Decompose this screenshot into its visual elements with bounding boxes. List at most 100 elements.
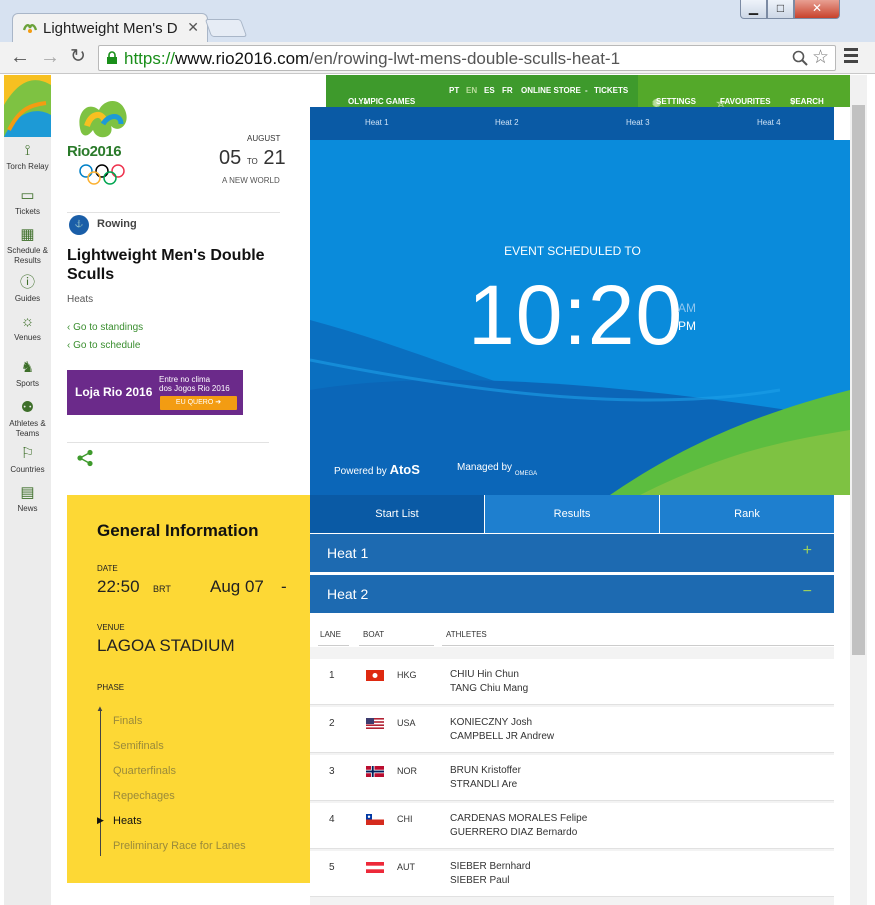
sidenav-countries[interactable]: ⚐ Countries [4, 445, 51, 475]
url-text: https://www.rio2016.com/en/rowing-lwt-me… [124, 49, 621, 68]
olympic-rings-icon [79, 164, 125, 185]
athlete-name[interactable]: STRANDLI Are [450, 779, 517, 790]
event-date-dash: - [281, 577, 287, 596]
athlete-name[interactable]: SIEBER Bernhard [450, 861, 531, 872]
table-row[interactable]: 1 HKG CHIU Hin Chun TANG Chiu Mang [310, 659, 834, 705]
heat-tab-3[interactable]: Heat 3 [626, 118, 650, 127]
page-scrollbar[interactable] [850, 75, 867, 905]
banner-cta-button[interactable]: EU QUERO ➔ [160, 396, 237, 410]
lang-es[interactable]: ES [484, 86, 495, 95]
col-boat: BOAT [363, 630, 385, 639]
minimize-button[interactable]: ▁ [740, 0, 767, 19]
phase-arrow-icon: ▲ [96, 704, 104, 713]
heat-tab-2[interactable]: Heat 2 [495, 118, 519, 127]
tab-title: Lightweight Men's D [43, 20, 178, 37]
sidenav-schedule-results[interactable]: ▦ Schedule & Results [4, 226, 51, 266]
table-row[interactable]: 3 NOR BRUN Kristoffer STRANDLI Are [310, 755, 834, 801]
table-row[interactable]: 4 CHI CARDENAS MORALES Felipe GUERRERO D… [310, 803, 834, 849]
heat-1-accordion[interactable]: Heat 1 + [310, 534, 834, 572]
online-store-link[interactable]: ONLINE STORE [521, 86, 581, 95]
heat-2-accordion[interactable]: Heat 2 − [310, 575, 834, 613]
chrome-menu-icon[interactable] [844, 48, 858, 66]
rio2016-emblem [79, 100, 127, 138]
sport-badge[interactable]: ⚓ [69, 215, 89, 235]
lang-en[interactable]: EN [466, 86, 477, 95]
games-month: AUGUST [247, 134, 281, 143]
sidenav-sports[interactable]: ♞ Sports [4, 359, 51, 389]
flag-chi-icon [366, 814, 384, 825]
table-row[interactable]: 5 AUT SIEBER Bernhard SIEBER Paul [310, 851, 834, 897]
table-row[interactable]: 2 USA KONIECZNY Josh CAMPBELL JR Andrew [310, 707, 834, 753]
sidenav-athletes-teams[interactable]: ⚉ Athletes & Teams [4, 399, 51, 439]
venue-name[interactable]: LAGOA STADIUM [97, 636, 235, 656]
header-underline [318, 645, 349, 646]
athlete-name[interactable]: TANG Chiu Mang [450, 683, 528, 694]
back-arrow-icon[interactable]: ← [10, 46, 30, 68]
flag-nor-icon [366, 766, 384, 777]
share-icon[interactable] [76, 449, 94, 467]
rio2016-logo-text: Rio2016 [67, 143, 122, 160]
tab-start-list[interactable]: Start List [310, 495, 484, 533]
heat-tab-1[interactable]: Heat 1 [365, 118, 389, 127]
athlete-name[interactable]: BRUN Kristoffer [450, 765, 521, 776]
sidenav-venues[interactable]: ☼ Venues [4, 313, 51, 343]
sidenav-tickets[interactable]: ▭ Tickets [4, 187, 51, 217]
sidenav-guides[interactable]: ⓘ Guides [4, 274, 51, 304]
phase-line [100, 711, 101, 856]
event-time: 22:50 [97, 577, 140, 596]
athlete-name[interactable]: CHIU Hin Chun [450, 669, 519, 680]
bookmark-star-icon[interactable]: ☆ [812, 46, 829, 69]
athlete-name[interactable]: GUERRERO DIAZ Bernardo [450, 827, 577, 838]
forward-arrow-icon[interactable]: → [40, 46, 60, 68]
flag-hkg-icon [366, 670, 384, 681]
zoom-icon[interactable] [792, 50, 808, 66]
atos-logo: AtoS [389, 462, 420, 477]
go-to-schedule-link[interactable]: ‹ Go to schedule [67, 340, 140, 351]
phase-semifinals[interactable]: Semifinals [113, 740, 164, 752]
header-underline [442, 645, 834, 646]
phase-heats[interactable]: Heats [113, 815, 142, 827]
rio2016-logo[interactable]: Rio2016 [67, 93, 142, 188]
tab-results[interactable]: Results [485, 495, 659, 533]
new-tab-button[interactable] [204, 19, 248, 37]
close-window-button[interactable]: ✕ [794, 0, 840, 19]
banner-line2: dos Jogos Rio 2016 [159, 384, 230, 393]
athlete-name[interactable]: SIEBER Paul [450, 875, 509, 886]
go-to-standings-link[interactable]: ‹ Go to standings [67, 322, 143, 333]
phase-quarterfinals[interactable]: Quarterfinals [113, 765, 176, 777]
lock-icon [107, 51, 117, 64]
rio-leaf-logo [4, 75, 51, 137]
loja-rio-banner[interactable]: Loja Rio 2016 Entre no clima dos Jogos R… [67, 370, 243, 415]
heat-tab-4[interactable]: Heat 4 [757, 118, 781, 127]
lang-fr[interactable]: FR [502, 86, 513, 95]
header-underline [359, 645, 434, 646]
phase-finals[interactable]: Finals [113, 715, 142, 727]
col-athletes: ATHLETES [446, 630, 487, 639]
sidenav-torch-relay[interactable]: ⟟ Torch Relay [4, 142, 51, 172]
country-code: HKG [397, 670, 417, 680]
collapse-minus-icon[interactable]: − [803, 583, 812, 601]
address-bar[interactable]: https://www.rio2016.com/en/rowing-lwt-me… [98, 45, 836, 71]
tickets-link[interactable]: TICKETS [594, 86, 628, 95]
athlete-name[interactable]: CAMPBELL JR Andrew [450, 731, 554, 742]
lang-pt[interactable]: PT [449, 86, 459, 95]
browser-tab[interactable]: Lightweight Men's D ✕ [12, 13, 208, 43]
reload-icon[interactable]: ↻ [70, 46, 86, 68]
expand-plus-icon[interactable]: + [803, 542, 812, 560]
news-icon: ▤ [20, 484, 35, 501]
athlete-name[interactable]: CARDENAS MORALES Felipe [450, 813, 587, 824]
tab-close-icon[interactable]: ✕ [187, 19, 199, 36]
phase-preliminary[interactable]: Preliminary Race for Lanes [113, 840, 246, 852]
phase-repechages[interactable]: Repechages [113, 790, 175, 802]
scheduled-label: EVENT SCHEDULED TO [504, 244, 641, 258]
divider [67, 212, 280, 213]
flag-icon: ⚐ [20, 445, 35, 462]
athlete-name[interactable]: KONIECZNY Josh [450, 717, 532, 728]
general-information-panel: General Information DATE 22:50 BRT Aug 0… [67, 495, 310, 883]
sidenav-news[interactable]: ▤ News [4, 484, 51, 514]
sport-name[interactable]: Rowing [97, 218, 137, 230]
maximize-button[interactable]: □ [767, 0, 794, 19]
tab-rank[interactable]: Rank [660, 495, 834, 533]
managed-by: Managed by OMEGA [457, 462, 538, 477]
scrollbar-thumb[interactable] [852, 105, 865, 655]
